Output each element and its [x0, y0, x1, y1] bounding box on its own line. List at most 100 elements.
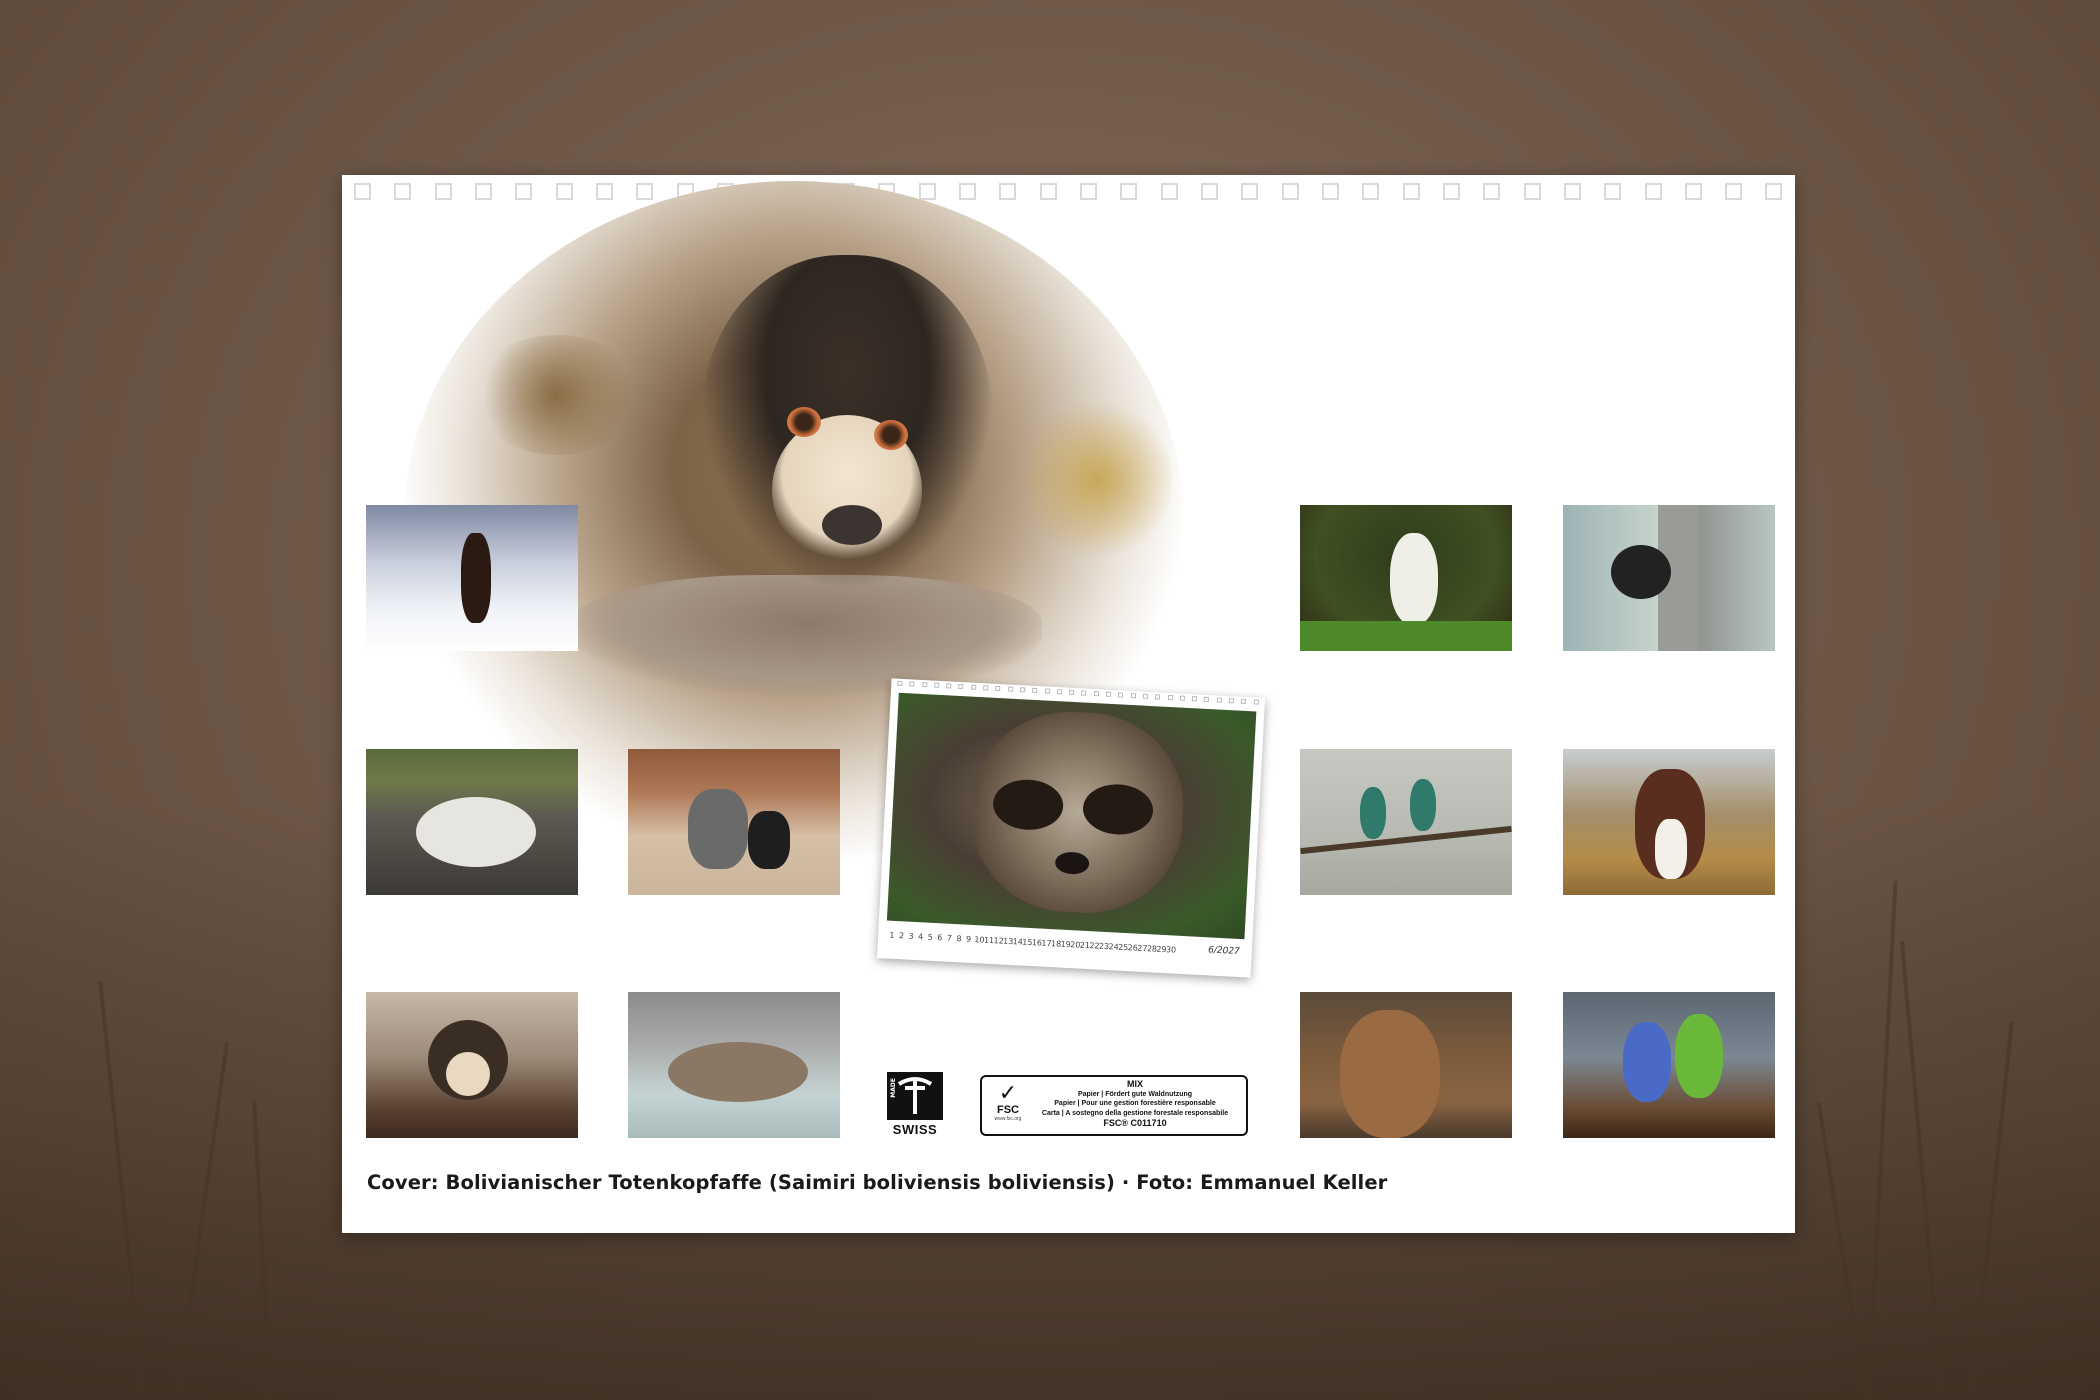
cover-arm	[1022, 395, 1172, 565]
thumb-subject	[1390, 533, 1438, 625]
binding-hole	[1725, 183, 1743, 200]
binding-hole	[958, 183, 976, 200]
binding-hole	[1483, 183, 1501, 200]
thumb-subject	[1623, 1022, 1671, 1102]
preview-day: 22	[1089, 940, 1100, 951]
thumb-budgies	[1563, 992, 1775, 1138]
binding-hole	[1079, 183, 1097, 200]
swiss-label: SWISS	[892, 1122, 938, 1137]
thumb-subject	[1360, 787, 1386, 839]
preview-day: 9	[965, 934, 972, 944]
thumb-snowy-owl	[1300, 505, 1512, 651]
binding-hole	[636, 183, 654, 200]
binding-hole	[1200, 183, 1218, 200]
month-preview: 1 2 3 4 5 6 7 8 9 10 11 12 13 14 15 16 1…	[876, 678, 1266, 978]
fsc-logo-word: FSC	[997, 1104, 1019, 1116]
preview-month-label: 6/2027	[1207, 945, 1241, 957]
thumb-subject	[1675, 1014, 1723, 1098]
preview-day: 11	[983, 935, 995, 945]
preview-day: 10	[974, 934, 985, 945]
thumb-sleeping-kitten	[628, 992, 840, 1138]
thumb-subject-face	[446, 1052, 490, 1096]
preview-day: 13	[1002, 936, 1014, 946]
fsc-code: FSC® C011710	[1103, 1118, 1167, 1128]
binding-hole	[515, 183, 533, 200]
thumb-subject-chest	[1655, 819, 1687, 879]
preview-day: 18	[1050, 938, 1062, 949]
binding-hole	[1362, 183, 1380, 200]
grass-stem	[1866, 880, 1898, 1400]
swiss-made-badge: MADE SWISS	[887, 1072, 943, 1138]
preview-day: 1	[889, 930, 895, 940]
binding-hole	[918, 183, 936, 200]
binding-hole	[1160, 183, 1178, 200]
fsc-line: Papier | Fördert gute Waldnutzung	[1077, 1090, 1193, 1098]
fsc-text: MIX Papier | Fördert gute Waldnutzung Pa…	[1030, 1079, 1240, 1129]
binding-hole	[1402, 183, 1420, 200]
grass-stem	[1970, 1020, 2014, 1400]
preview-day: 20	[1069, 939, 1081, 950]
preview-photo-raccoon-dog	[886, 692, 1257, 940]
binding-hole	[1523, 183, 1541, 200]
thumb-subject	[416, 797, 536, 867]
preview-day: 12	[993, 935, 1004, 946]
cover-monkey-eye	[874, 420, 908, 450]
binding-hole	[354, 183, 371, 200]
preview-day: 17	[1041, 938, 1052, 948]
binding-hole	[1644, 183, 1662, 200]
preview-day: 24	[1108, 941, 1119, 952]
preview-day: 15	[1022, 937, 1033, 947]
cover-monkey-eye	[787, 407, 821, 437]
cover-caption: Cover: Bolivianischer Totenkopfaffe (Sai…	[367, 1171, 1388, 1194]
binding-hole	[1039, 183, 1057, 200]
thumb-alpaca	[1300, 992, 1512, 1138]
thumb-bee-eaters	[1300, 749, 1512, 895]
thumb-border-collie	[1563, 749, 1775, 895]
preview-day: 29	[1156, 944, 1167, 954]
grass-stem	[252, 1100, 272, 1400]
fsc-tree-icon: ✓	[998, 1080, 1018, 1105]
thumb-subject	[688, 789, 748, 869]
grass-stem	[174, 1041, 230, 1399]
grass-stem	[1899, 940, 1945, 1400]
thumb-arctic-fox	[366, 749, 578, 895]
preview-day: 21	[1079, 940, 1091, 950]
cover-arm	[472, 335, 642, 455]
binding-hole	[1684, 183, 1702, 200]
binding-holes	[354, 183, 1783, 203]
binding-hole	[434, 183, 452, 200]
thumb-subject	[461, 533, 491, 623]
preview-day: 30	[1165, 944, 1177, 955]
fsc-mix: MIX	[1126, 1079, 1143, 1089]
grass-stem	[1816, 1101, 1868, 1399]
binding-hole	[1281, 183, 1299, 200]
thumb-cat-scratching-post	[1563, 505, 1775, 651]
preview-day: 2	[898, 930, 905, 940]
binding-hole	[595, 183, 613, 200]
preview-day: 4	[917, 931, 924, 941]
thumb-rabbits	[628, 749, 840, 895]
binding-hole	[555, 183, 573, 200]
fsc-site: www.fsc.org	[994, 1116, 1022, 1122]
binding-hole	[1765, 183, 1783, 200]
binding-hole	[394, 183, 412, 200]
thumb-subject	[1410, 779, 1436, 831]
binding-hole	[1563, 183, 1581, 200]
swiss-made-text: MADE	[890, 1078, 897, 1098]
binding-hole	[1604, 183, 1622, 200]
preview-day: 16	[1031, 937, 1043, 948]
preview-day: 14	[1012, 936, 1024, 947]
preview-day: 19	[1060, 939, 1072, 949]
thumb-subject	[1340, 1010, 1440, 1138]
thumb-grass	[1300, 621, 1512, 651]
preview-day: 26	[1127, 942, 1139, 953]
swiss-crossbow-icon: MADE	[887, 1072, 943, 1120]
preview-day: 6	[937, 932, 943, 942]
thumb-subject	[1611, 545, 1671, 599]
thumb-subject	[668, 1042, 808, 1102]
binding-hole	[1442, 183, 1460, 200]
thumb-squirrel-monkey	[366, 992, 578, 1138]
binding-hole	[1321, 183, 1339, 200]
binding-hole	[1120, 183, 1138, 200]
preview-day: 5	[927, 932, 934, 942]
